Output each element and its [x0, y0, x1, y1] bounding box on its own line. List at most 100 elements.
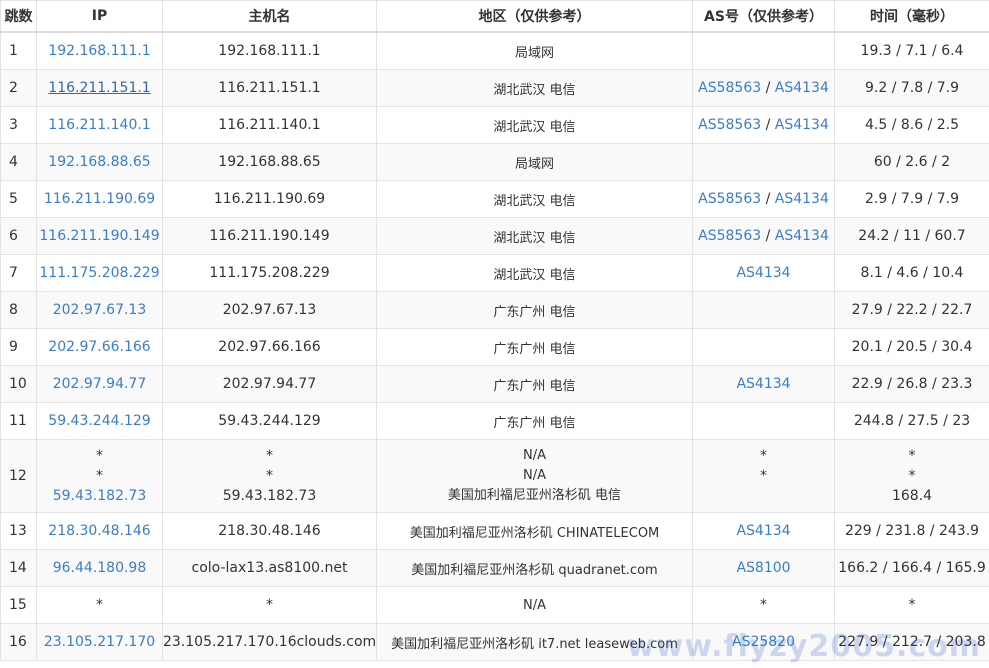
hop-cell: 13 — [0, 512, 37, 550]
table-row: 5 116.211.190.69 116.211.190.69 湖北武汉 电信 AS58… — [0, 180, 989, 218]
region-cell: 广东广州 电信 — [376, 328, 693, 366]
as-link[interactable]: AS58563 — [698, 117, 761, 133]
hostname-cell: colo-lax13.as8100.net — [162, 549, 377, 587]
as-cell: AS58563 / AS4134 — [692, 69, 835, 107]
ip-link[interactable]: 96.44.180.98 — [53, 560, 147, 576]
table-row: 15 * * N/A * * — [0, 586, 989, 624]
as-cell: AS58563 / AS4134 — [692, 217, 835, 255]
ip-cell: 218.30.48.146 — [36, 512, 163, 550]
ip-cell-line: * — [96, 468, 103, 484]
as-cell: AS4134 — [692, 512, 835, 550]
region-cell: 湖北武汉 电信 — [376, 217, 693, 255]
ip-link[interactable]: 218.30.48.146 — [48, 523, 150, 539]
traceroute-table: 跳数 IP 主机名 地区（仅供参考） AS号（仅供参考） 时间（毫秒） 1 192… — [0, 0, 989, 661]
hostname-cell: 59.43.244.129 — [162, 402, 377, 440]
as-link[interactable]: AS8100 — [736, 560, 790, 576]
hop-cell: 7 — [0, 254, 37, 292]
hostname-cell: 192.168.88.65 — [162, 143, 377, 181]
ip-cell: 116.211.151.1 — [36, 69, 163, 107]
hostname-cell: 202.97.94.77 — [162, 365, 377, 403]
ip-link[interactable]: 116.211.151.1 — [48, 80, 150, 96]
ip-cell: 202.97.66.166 — [36, 328, 163, 366]
ip-link[interactable]: 111.175.208.229 — [39, 265, 159, 281]
hostname-cell: 192.168.111.1 — [162, 31, 377, 70]
as-link[interactable]: AS4134 — [775, 117, 829, 133]
ip-cell: 116.211.140.1 — [36, 106, 163, 144]
table-row: 7 111.175.208.229 111.175.208.229 湖北武汉 电信 AS… — [0, 254, 989, 292]
hostname-cell: 218.30.48.146 — [162, 512, 377, 550]
hostname-cell: 116.211.140.1 — [162, 106, 377, 144]
header-hop: 跳数 — [0, 0, 37, 33]
as-cell: AS4134 — [692, 254, 835, 292]
table-row: 6 116.211.190.149 116.211.190.149 湖北武汉 电信 AS… — [0, 217, 989, 255]
ip-link: * — [96, 597, 103, 613]
hop-cell: 6 — [0, 217, 37, 255]
ip-link[interactable]: 23.105.217.170 — [44, 634, 155, 650]
time-cell: 22.9 / 26.8 / 23.3 — [834, 365, 989, 403]
region-cell: N/A N/A 美国加利福尼亚州洛杉矶 电信 — [376, 439, 693, 513]
time-cell: * * 168.4 — [834, 439, 989, 513]
hostname-cell: 111.175.208.229 — [162, 254, 377, 292]
region-cell: 广东广州 电信 — [376, 291, 693, 329]
region-cell-line: N/A — [523, 448, 546, 463]
ip-link[interactable]: 116.211.140.1 — [48, 117, 150, 133]
hostname-cell: 116.211.151.1 — [162, 69, 377, 107]
region-cell-line: N/A — [523, 468, 546, 483]
ip-link[interactable]: 116.211.190.69 — [44, 191, 155, 207]
hostname-cell-line: 59.43.182.73 — [222, 488, 317, 504]
region-cell: 美国加利福尼亚州洛杉矶 quadranet.com — [376, 549, 693, 587]
time-cell: 4.5 / 8.6 / 2.5 — [834, 106, 989, 144]
as-separator: / — [761, 228, 775, 244]
as-cell — [692, 143, 835, 181]
ip-cell: 202.97.67.13 — [36, 291, 163, 329]
table-row: 3 116.211.140.1 116.211.140.1 湖北武汉 电信 AS5856… — [0, 106, 989, 144]
ip-link[interactable]: 202.97.67.13 — [53, 302, 147, 318]
ip-link[interactable]: 116.211.190.149 — [39, 228, 159, 244]
hop-cell: 12 — [0, 439, 37, 513]
header-time: 时间（毫秒） — [834, 0, 989, 33]
as-link[interactable]: AS4134 — [736, 265, 790, 281]
header-ip: IP — [36, 0, 163, 33]
ip-link[interactable]: 202.97.94.77 — [53, 376, 147, 392]
ip-link[interactable]: 202.97.66.166 — [48, 339, 150, 355]
ip-cell: 111.175.208.229 — [36, 254, 163, 292]
as-link[interactable]: AS4134 — [736, 376, 790, 392]
as-link[interactable]: AS58563 — [698, 191, 761, 207]
ip-cell: 59.43.244.129 — [36, 402, 163, 440]
region-cell: N/A — [376, 586, 693, 624]
hop-cell: 15 — [0, 586, 37, 624]
as-link[interactable]: AS4134 — [736, 523, 790, 539]
hop-cell: 8 — [0, 291, 37, 329]
as-cell — [692, 291, 835, 329]
region-cell: 湖北武汉 电信 — [376, 180, 693, 218]
table-row: 2 116.211.151.1 116.211.151.1 湖北武汉 电信 AS5856… — [0, 69, 989, 107]
time-cell: 19.3 / 7.1 / 6.4 — [834, 31, 989, 70]
as-link[interactable]: AS4134 — [775, 191, 829, 207]
table-row: 12 * * 59.43.182.73 * * 59.43.182.73 N/A N/A 美国加利… — [0, 439, 989, 513]
hop-cell: 2 — [0, 69, 37, 107]
as-link[interactable]: AS58563 — [698, 80, 761, 96]
table-header-row: 跳数 IP 主机名 地区（仅供参考） AS号（仅供参考） 时间（毫秒） — [0, 0, 989, 33]
ip-link[interactable]: 192.168.111.1 — [48, 43, 150, 59]
time-cell: 27.9 / 22.2 / 22.7 — [834, 291, 989, 329]
region-cell: 湖北武汉 电信 — [376, 254, 693, 292]
ip-link[interactable]: 192.168.88.65 — [48, 154, 150, 170]
hostname-cell: * * 59.43.182.73 — [162, 439, 377, 513]
ip-link[interactable]: 59.43.244.129 — [48, 413, 150, 429]
header-hostname: 主机名 — [162, 0, 377, 33]
ip-cell: * * 59.43.182.73 — [36, 439, 163, 513]
as-cell-line — [693, 486, 834, 506]
hostname-cell: 202.97.67.13 — [162, 291, 377, 329]
hop-cell: 4 — [0, 143, 37, 181]
as-cell: AS8100 — [692, 549, 835, 587]
hop-cell: 14 — [0, 549, 37, 587]
ip-cell-line[interactable]: 59.43.182.73 — [37, 486, 162, 506]
table-row: 11 59.43.244.129 59.43.244.129 广东广州 电信 244.8… — [0, 402, 989, 440]
hop-cell: 11 — [0, 402, 37, 440]
as-link[interactable]: AS4134 — [775, 80, 829, 96]
region-cell: 局域网 — [376, 31, 693, 70]
time-cell: 166.2 / 166.4 / 165.9 — [834, 549, 989, 587]
as-link[interactable]: AS4134 — [775, 228, 829, 244]
as-link[interactable]: AS58563 — [698, 228, 761, 244]
hop-cell: 5 — [0, 180, 37, 218]
